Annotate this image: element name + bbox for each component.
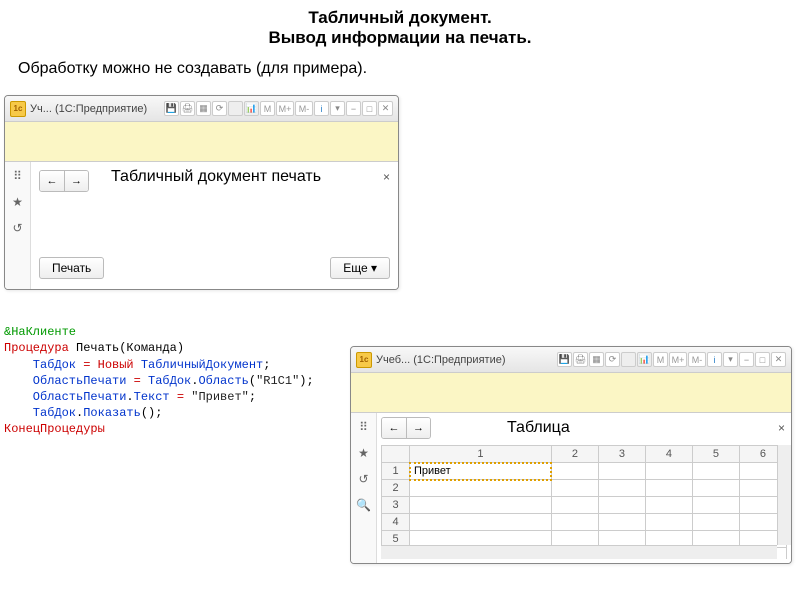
scrollbar-vertical[interactable]	[777, 445, 791, 545]
cell[interactable]	[551, 480, 598, 497]
cell[interactable]	[410, 480, 552, 497]
window-table: 1c Учеб... (1С:Предприятие) 💾 🖨 ▦ ⟳ 📊 M …	[350, 346, 792, 564]
cell[interactable]	[598, 480, 645, 497]
cell[interactable]	[551, 514, 598, 531]
window-title: Уч... (1С:Предприятие)	[30, 103, 147, 115]
sidebar: ⠿ ★ ↺	[5, 162, 31, 289]
logo-1c-icon: 1c	[356, 352, 372, 368]
cell[interactable]	[410, 497, 552, 514]
toolbar-maximize-icon[interactable]: □	[755, 352, 770, 367]
cell[interactable]	[551, 463, 598, 480]
close-icon[interactable]: ×	[383, 170, 390, 184]
scrollbar-horizontal[interactable]	[381, 545, 777, 559]
window-print-dialog: 1c Уч... (1С:Предприятие) 💾 🖨 ▦ ⟳ 📊 M M+…	[4, 95, 399, 290]
toolbar-doc-icon[interactable]: ▦	[196, 101, 211, 116]
window-title: Учеб... (1С:Предприятие)	[376, 354, 506, 366]
toolbar-save-icon[interactable]: 💾	[164, 101, 179, 116]
toolbar-minimize-icon[interactable]: −	[739, 352, 754, 367]
close-icon[interactable]: ×	[778, 421, 785, 435]
history-icon[interactable]: ↺	[355, 470, 373, 488]
titlebar[interactable]: 1c Учеб... (1С:Предприятие) 💾 🖨 ▦ ⟳ 📊 M …	[351, 347, 791, 373]
cell[interactable]	[551, 497, 598, 514]
cell[interactable]	[692, 514, 739, 531]
nav-forward-button[interactable]: →	[406, 418, 430, 438]
col-header[interactable]: 2	[551, 446, 598, 463]
logo-1c-icon: 1c	[10, 101, 26, 117]
toolbar-mminus-icon[interactable]: M-	[295, 101, 313, 116]
toolbar-m-icon[interactable]: M	[260, 101, 275, 116]
col-header[interactable]: 5	[692, 446, 739, 463]
toolbar-calc-icon[interactable]: 📊	[244, 101, 259, 116]
search-icon[interactable]: 🔍	[355, 496, 373, 514]
cell-r1c1[interactable]: Привет	[410, 463, 552, 480]
yellow-band	[5, 122, 398, 162]
nav-back-button[interactable]: ←	[382, 418, 406, 438]
page-title-1: Табличный документ.	[0, 8, 800, 28]
cell[interactable]	[598, 463, 645, 480]
cell[interactable]	[410, 514, 552, 531]
toolbar-mminus-icon[interactable]: M-	[688, 352, 706, 367]
corner-cell	[382, 446, 410, 463]
toolbar-m-icon[interactable]: M	[653, 352, 668, 367]
toolbar-maximize-icon[interactable]: □	[362, 101, 377, 116]
col-header[interactable]: 1	[410, 446, 552, 463]
toolbar-doc-icon[interactable]: ▦	[589, 352, 604, 367]
row-header[interactable]: 1	[382, 463, 410, 480]
star-icon[interactable]: ★	[355, 444, 373, 462]
toolbar-info-icon[interactable]: i	[314, 101, 329, 116]
toolbar-dd-icon[interactable]: ▾	[330, 101, 345, 116]
page-title-2: Вывод информации на печать.	[0, 28, 800, 48]
spreadsheet[interactable]: 1 2 3 4 5 6 1 Привет 2 3 4 5	[381, 445, 787, 559]
apps-icon[interactable]: ⠿	[9, 167, 27, 185]
row-header[interactable]: 4	[382, 514, 410, 531]
toolbar-calc-icon[interactable]: 📊	[637, 352, 652, 367]
cell[interactable]	[598, 514, 645, 531]
cell[interactable]	[692, 497, 739, 514]
toolbar-dd-icon[interactable]: ▾	[723, 352, 738, 367]
yellow-band	[351, 373, 791, 413]
toolbar-mplus-icon[interactable]: M+	[669, 352, 687, 367]
cell[interactable]	[645, 463, 692, 480]
cell[interactable]	[692, 480, 739, 497]
cell[interactable]	[645, 514, 692, 531]
toolbar-print-icon[interactable]: 🖨	[180, 101, 195, 116]
toolbar-close-icon[interactable]: ✕	[771, 352, 786, 367]
cell[interactable]	[645, 497, 692, 514]
cell[interactable]	[692, 463, 739, 480]
nav-back-button[interactable]: ←	[40, 171, 64, 191]
toolbar-save-icon[interactable]: 💾	[557, 352, 572, 367]
cell[interactable]	[645, 480, 692, 497]
col-header[interactable]: 3	[598, 446, 645, 463]
page-subheader: Обработку можно не создавать (для пример…	[0, 56, 800, 90]
sidebar: ⠿ ★ ↺ 🔍	[351, 413, 377, 563]
toolbar-refresh-icon[interactable]: ⟳	[605, 352, 620, 367]
toolbar-mplus-icon[interactable]: M+	[276, 101, 294, 116]
titlebar[interactable]: 1c Уч... (1С:Предприятие) 💾 🖨 ▦ ⟳ 📊 M M+…	[5, 96, 398, 122]
print-button[interactable]: Печать	[39, 257, 104, 279]
toolbar-empty-icon	[228, 101, 243, 116]
toolbar-minimize-icon[interactable]: −	[346, 101, 361, 116]
more-button[interactable]: Еще ▾	[330, 257, 390, 279]
toolbar-refresh-icon[interactable]: ⟳	[212, 101, 227, 116]
table-title: Таблица	[507, 419, 570, 437]
col-header[interactable]: 4	[645, 446, 692, 463]
chevron-down-icon: ▾	[371, 261, 377, 275]
row-header[interactable]: 3	[382, 497, 410, 514]
toolbar-empty-icon	[621, 352, 636, 367]
apps-icon[interactable]: ⠿	[355, 418, 373, 436]
dialog-title: Табличный документ печать	[111, 168, 321, 186]
nav-forward-button[interactable]: →	[64, 171, 88, 191]
history-icon[interactable]: ↺	[9, 219, 27, 237]
toolbar-print-icon[interactable]: 🖨	[573, 352, 588, 367]
code-block: &НаКлиенте Процедура Печать(Команда) Таб…	[4, 308, 314, 438]
cell[interactable]	[598, 497, 645, 514]
row-header[interactable]: 2	[382, 480, 410, 497]
toolbar-info-icon[interactable]: i	[707, 352, 722, 367]
star-icon[interactable]: ★	[9, 193, 27, 211]
toolbar-close-icon[interactable]: ✕	[378, 101, 393, 116]
